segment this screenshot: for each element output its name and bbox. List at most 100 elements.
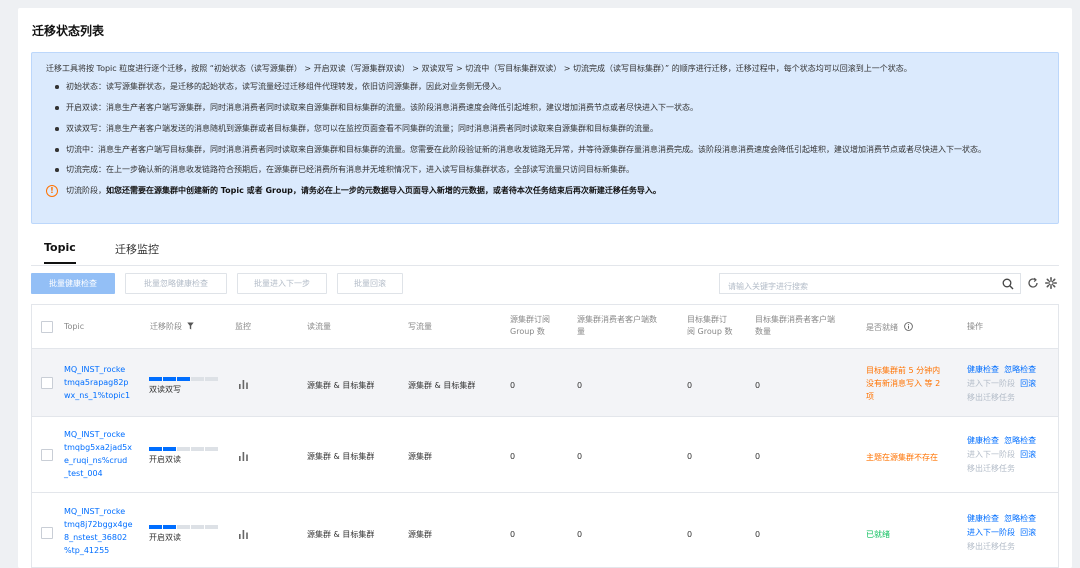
progress-segment — [163, 447, 176, 451]
refresh-icon[interactable] — [1027, 277, 1039, 289]
batch-next-step-button[interactable]: 批量进入下一步 — [237, 273, 327, 294]
progress-segment — [191, 447, 204, 451]
bar-chart-icon[interactable] — [238, 529, 249, 539]
settings-icon[interactable] — [1045, 277, 1057, 289]
dst-clients-value: 0 — [755, 530, 761, 539]
info-bullet-switched: 切流完成：在上一步确认新的消息收发链路符合预期后，在源集群已经消费所有消息并无堆… — [46, 163, 1044, 177]
ready-status: 已就绪 — [866, 529, 890, 541]
health-check-link[interactable]: 健康检查 — [967, 436, 999, 445]
src-groups-value: 0 — [510, 530, 516, 539]
progress-segment — [177, 377, 190, 381]
dst-groups-value: 0 — [687, 452, 693, 461]
row-checkbox[interactable] — [41, 527, 53, 539]
batch-rollback-button[interactable]: 批量回滚 — [337, 273, 403, 294]
table-row: MQ_INST_rocke tmqa5rapag82p wx_ns_1%topi… — [32, 349, 1058, 417]
progress-segment — [191, 377, 204, 381]
read-flow-value: 源集群 & 目标集群 — [307, 381, 375, 390]
remove-task-link[interactable]: 移出迁移任务 — [967, 393, 1015, 402]
topic-name-line: 8_nstest_36802 — [64, 533, 128, 542]
header-dst-groups-line1: 目标集群订 — [687, 315, 727, 324]
read-flow-value: 源集群 & 目标集群 — [307, 452, 375, 461]
src-clients-value: 0 — [577, 381, 583, 390]
remove-task-link[interactable]: 移出迁移任务 — [967, 464, 1015, 473]
bar-chart-icon[interactable] — [238, 451, 249, 461]
next-stage-link[interactable]: 进入下一阶段 — [967, 450, 1015, 459]
header-ops: 操作 — [967, 322, 983, 331]
remove-task-link[interactable]: 移出迁移任务 — [967, 542, 1015, 551]
row-checkbox[interactable] — [41, 377, 53, 389]
progress-segment — [149, 377, 162, 381]
progress-segment — [191, 525, 204, 529]
src-groups-value: 0 — [510, 452, 516, 461]
filter-icon[interactable] — [186, 322, 194, 330]
row-actions: 健康检查 忽略检查 进入下一阶段 回滚 移出迁移任务 — [967, 512, 1057, 554]
topic-name-line: MQ_INST_rocke — [64, 507, 126, 516]
progress-segment — [205, 447, 218, 451]
topic-link[interactable]: MQ_INST_rocke tmqa5rapag82p wx_ns_1%topi… — [64, 363, 134, 402]
header-src-clients-line2: 量 — [577, 327, 585, 336]
ignore-check-link[interactable]: 忽略检查 — [1004, 365, 1036, 374]
header-topic: Topic — [64, 322, 85, 331]
src-groups-value: 0 — [510, 381, 516, 390]
header-src-groups: 源集群订阅 Group 数 — [510, 314, 566, 338]
ready-status-line: 没有新消息写入 等 2 — [866, 379, 941, 388]
topic-link[interactable]: MQ_INST_rocke tmq8j72bggx4ge 8_nstest_36… — [64, 505, 134, 557]
warning-line: ! 切流阶段，如您还需要在源集群中创建新的 Topic 或者 Group，请务必… — [46, 184, 1044, 198]
dst-clients-value: 0 — [755, 381, 761, 390]
migration-table: Topic 迁移阶段 监控 读流量 写流量 源集群订阅 Group 数 源集群消… — [31, 304, 1059, 568]
src-clients-value: 0 — [577, 452, 583, 461]
search-icon[interactable] — [1002, 278, 1014, 290]
topic-link[interactable]: MQ_INST_rocke tmqbg5xa2jad5x e_ruqi_ns%c… — [64, 428, 134, 480]
batch-ignore-health-check-button[interactable]: 批量忽略健康检查 — [125, 273, 227, 294]
rollback-link[interactable]: 回滚 — [1020, 379, 1036, 388]
info-icon[interactable] — [903, 322, 913, 331]
page-title: 迁移状态列表 — [32, 24, 105, 38]
ready-status: 主题在源集群不存在 — [866, 451, 938, 464]
table-row: MQ_INST_rocke tmq8j72bggx4ge 8_nstest_36… — [32, 493, 1058, 567]
dst-clients-value: 0 — [755, 452, 761, 461]
header-monitor: 监控 — [235, 322, 251, 331]
progress-segment — [177, 525, 190, 529]
topic-name-line: tmqbg5xa2jad5x — [64, 443, 133, 452]
header-src-clients: 源集群消费者客户端数 量 — [577, 314, 673, 338]
header-dst-clients: 目标集群消费者客户端 数量 — [755, 314, 851, 338]
write-flow-value: 源集群 — [408, 452, 432, 461]
ready-status-line: 目标集群前 5 分钟内 — [866, 366, 941, 375]
row-checkbox[interactable] — [41, 449, 53, 461]
info-bullet-dual-read-write: 双读双写：消息生产者客户端发送的消息随机到源集群或者目标集群，您可以在监控页面查… — [46, 122, 1044, 136]
search-input[interactable] — [720, 277, 990, 296]
next-stage-link[interactable]: 进入下一阶段 — [967, 528, 1015, 537]
header-ready-label: 是否就绪 — [866, 323, 898, 332]
toolbar: 批量健康检查 批量忽略健康检查 批量进入下一步 批量回滚 — [31, 273, 1059, 296]
rollback-link[interactable]: 回滚 — [1020, 528, 1036, 537]
ignore-check-link[interactable]: 忽略检查 — [1004, 436, 1036, 445]
tab-bar: Topic 迁移监控 — [31, 238, 1059, 266]
select-all-checkbox[interactable] — [41, 321, 53, 333]
warning-icon: ! — [46, 185, 58, 197]
warning-text: 切流阶段，如您还需要在源集群中创建新的 Topic 或者 Group，请务必在上… — [66, 184, 661, 198]
row-actions: 健康检查 忽略检查 进入下一阶段 回滚 移出迁移任务 — [967, 434, 1057, 476]
rollback-link[interactable]: 回滚 — [1020, 450, 1036, 459]
migration-status-panel: 迁移状态列表 迁移工具将按 Topic 粒度进行逐个迁移，按照 “初始状态（读写… — [18, 8, 1072, 568]
health-check-link[interactable]: 健康检查 — [967, 365, 999, 374]
next-stage-link[interactable]: 进入下一阶段 — [967, 379, 1015, 388]
info-bullet-list: 初始状态：读写源集群状态，是迁移的起始状态，读写流量经过迁移组件代理转发，依旧访… — [46, 80, 1044, 177]
header-read-flow: 读流量 — [307, 322, 331, 331]
topic-name-line: wx_ns_1%topic1 — [64, 391, 131, 400]
batch-health-check-button[interactable]: 批量健康检查 — [31, 273, 115, 294]
stage-label: 双读双写 — [149, 385, 181, 394]
ignore-check-link[interactable]: 忽略检查 — [1004, 514, 1036, 523]
info-bullet-switching: 切流中：消息生产者客户端写目标集群，同时消息消费者同时读取来自源集群和目标集群的… — [46, 143, 1044, 156]
row-actions: 健康检查 忽略检查 进入下一阶段 回滚 移出迁移任务 — [967, 363, 1057, 405]
health-check-link[interactable]: 健康检查 — [967, 514, 999, 523]
tab-migration-monitor[interactable]: 迁移监控 — [115, 241, 159, 265]
header-src-clients-line1: 源集群消费者客户端数 — [577, 315, 657, 324]
topic-name-line: MQ_INST_rocke — [64, 365, 126, 374]
progress-segment — [163, 377, 176, 381]
tab-topic[interactable]: Topic — [44, 241, 76, 264]
dst-groups-value: 0 — [687, 381, 693, 390]
info-bullet-dual-read: 开启双读：消息生产者客户端写源集群，同时消息消费者同时读取来自源集群和目标集群的… — [46, 101, 1044, 115]
bar-chart-icon[interactable] — [238, 379, 249, 389]
topic-name-line: tmq8j72bggx4ge — [64, 520, 133, 529]
stage-progress-bar — [149, 525, 219, 529]
